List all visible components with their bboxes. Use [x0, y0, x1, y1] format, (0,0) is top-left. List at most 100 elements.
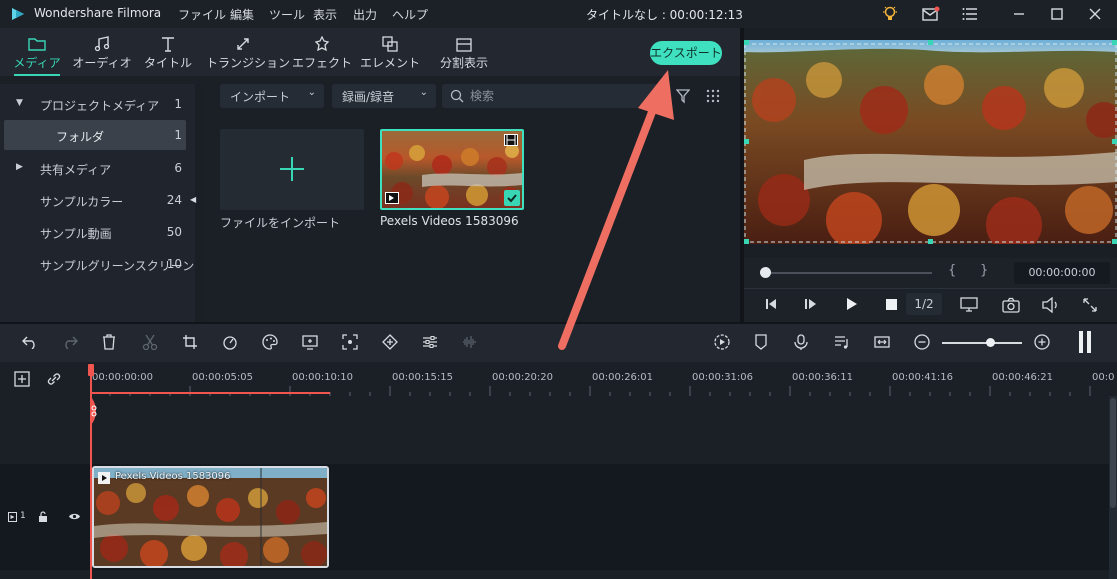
- menu-export[interactable]: 出力: [353, 6, 377, 23]
- import-tile-label: ファイルをインポート: [220, 216, 341, 230]
- playhead-scissors-icon[interactable]: [86, 396, 102, 426]
- tab-elements[interactable]: エレメント: [360, 28, 420, 76]
- controls-divider: [744, 288, 1117, 289]
- preview-scrubber[interactable]: [762, 272, 932, 274]
- menu-tools[interactable]: ツール: [269, 6, 305, 23]
- menu-edit[interactable]: 編集: [230, 6, 254, 23]
- sidebar-item-label: プロジェクトメディア: [40, 99, 160, 113]
- text-icon: [140, 28, 196, 52]
- audio-waveform-icon[interactable]: [462, 334, 478, 350]
- zoom-slider[interactable]: [942, 342, 1022, 344]
- chevron-down-icon: ⌄: [419, 87, 428, 98]
- zoom-out-icon[interactable]: [914, 334, 930, 350]
- delete-icon[interactable]: [102, 334, 116, 350]
- tab-transitions[interactable]: トランジション: [206, 28, 290, 76]
- menu-view[interactable]: 表示: [313, 6, 337, 23]
- tab-media[interactable]: メディア: [8, 28, 66, 76]
- plus-icon: [279, 156, 305, 182]
- ruler-tick-label: 00:00:05:05: [192, 372, 254, 383]
- chevron-down-icon: ⌄: [307, 87, 316, 98]
- close-icon[interactable]: [1088, 7, 1102, 21]
- render-preview-icon[interactable]: [714, 334, 730, 350]
- sidebar-item-sample-green-screen[interactable]: サンプルグリーンスクリーン 10: [0, 249, 194, 279]
- tab-effects-label: エフェクト: [292, 56, 353, 70]
- zoom-in-icon[interactable]: [1034, 334, 1050, 350]
- mark-in-icon[interactable]: {: [948, 263, 956, 278]
- crop-icon[interactable]: [182, 334, 198, 350]
- marker-icon[interactable]: [754, 334, 768, 350]
- maximize-icon[interactable]: [1050, 7, 1064, 21]
- sidebar-item-sample-colors[interactable]: サンプルカラー 24: [0, 185, 186, 215]
- volume-icon[interactable]: [1042, 297, 1060, 313]
- list-menu-icon[interactable]: [962, 7, 978, 21]
- collapse-panel-icon[interactable]: ◀: [190, 195, 196, 204]
- sidebar-item-count: 10: [166, 257, 182, 271]
- search-icon: [450, 89, 464, 103]
- previous-frame-icon[interactable]: [764, 298, 778, 310]
- stop-icon[interactable]: [886, 299, 897, 310]
- zoom-slider-handle[interactable]: [986, 338, 995, 347]
- preview-timecode: 00:00:00:00: [1014, 262, 1110, 284]
- ruler-tick-label: 00:00:36:11: [792, 372, 854, 383]
- import-dropdown-label: インポート: [230, 90, 291, 104]
- mail-icon[interactable]: [922, 6, 940, 22]
- speed-icon[interactable]: [222, 334, 238, 350]
- scrubber-handle[interactable]: [760, 267, 771, 278]
- preview-player[interactable]: [744, 40, 1117, 244]
- timeline-scrollbar-thumb[interactable]: [1110, 398, 1116, 508]
- lightbulb-icon[interactable]: [882, 5, 898, 23]
- title-bar: Wondershare Filmora ファイル 編集 ツール 表示 出力 ヘル…: [0, 0, 1117, 28]
- import-dropdown[interactable]: インポート ⌄: [220, 84, 324, 108]
- sidebar-item-shared-media[interactable]: ▶ 共有メディア 6: [0, 153, 186, 183]
- stabilize-icon[interactable]: [342, 334, 358, 350]
- voiceover-list-icon[interactable]: [834, 334, 850, 350]
- sidebar-item-label: サンプル動画: [40, 227, 112, 241]
- adjust-sliders-icon[interactable]: [422, 334, 438, 350]
- tab-titles[interactable]: タイトル: [140, 28, 196, 76]
- preview-quality-select[interactable]: 1/2: [906, 293, 942, 315]
- scissors-icon[interactable]: [142, 334, 158, 350]
- ruler-tick-label: 00:00:00:00: [92, 372, 154, 383]
- sidebar-item-project-media[interactable]: ▼ プロジェクトメディア 1: [0, 89, 186, 119]
- sidebar-item-folder[interactable]: フォルダ 1: [4, 120, 186, 150]
- media-clip-name: Pexels Videos 1583096: [380, 214, 519, 228]
- record-dropdown[interactable]: 録画/録音 ⌄: [332, 84, 436, 108]
- menu-file[interactable]: ファイル: [178, 6, 226, 23]
- snapshot-camera-icon[interactable]: [1002, 297, 1020, 313]
- lock-icon[interactable]: [38, 511, 48, 523]
- ruler-tick-label: 00:00:31:06: [692, 372, 754, 383]
- eye-icon[interactable]: [68, 512, 81, 521]
- timeline-clip-name: Pexels Videos 1583096: [115, 471, 231, 482]
- minimize-icon[interactable]: [1012, 7, 1026, 21]
- pause-render-icon[interactable]: [1078, 331, 1092, 353]
- play-pause-step-icon[interactable]: [804, 298, 818, 310]
- redo-icon[interactable]: [62, 335, 78, 349]
- ruler-tick-label: 00:00:41:16: [892, 372, 954, 383]
- undo-icon[interactable]: [22, 335, 38, 349]
- keyframe-icon[interactable]: [382, 334, 398, 350]
- sidebar-item-sample-videos[interactable]: サンプル動画 50: [0, 217, 186, 247]
- media-clip-thumbnail[interactable]: [380, 129, 524, 210]
- display-icon[interactable]: [960, 297, 978, 313]
- folder-icon: [8, 28, 66, 52]
- sidebar-item-label: 共有メディア: [40, 163, 112, 177]
- playhead-handle[interactable]: [88, 364, 94, 376]
- import-media-tile[interactable]: [220, 129, 364, 210]
- grid-view-icon[interactable]: [706, 89, 720, 103]
- tab-split-screen[interactable]: 分割表示: [434, 28, 494, 76]
- menu-help[interactable]: ヘルプ: [392, 6, 428, 23]
- link-icon[interactable]: [46, 371, 62, 387]
- tab-audio[interactable]: オーディオ: [70, 28, 134, 76]
- tab-effects[interactable]: エフェクト: [292, 28, 352, 76]
- add-track-icon[interactable]: [14, 371, 30, 387]
- play-icon[interactable]: [846, 297, 858, 311]
- microphone-icon[interactable]: [794, 334, 808, 350]
- timeline-video-clip[interactable]: Pexels Videos 1583096: [92, 466, 329, 568]
- color-palette-icon[interactable]: [262, 334, 278, 350]
- film-icon: [504, 134, 518, 146]
- fullscreen-icon[interactable]: [1082, 297, 1098, 313]
- app-title: Wondershare Filmora: [34, 6, 162, 20]
- green-screen-icon[interactable]: [302, 334, 318, 350]
- mark-out-icon[interactable]: }: [980, 263, 988, 278]
- fit-timeline-icon[interactable]: [874, 334, 890, 350]
